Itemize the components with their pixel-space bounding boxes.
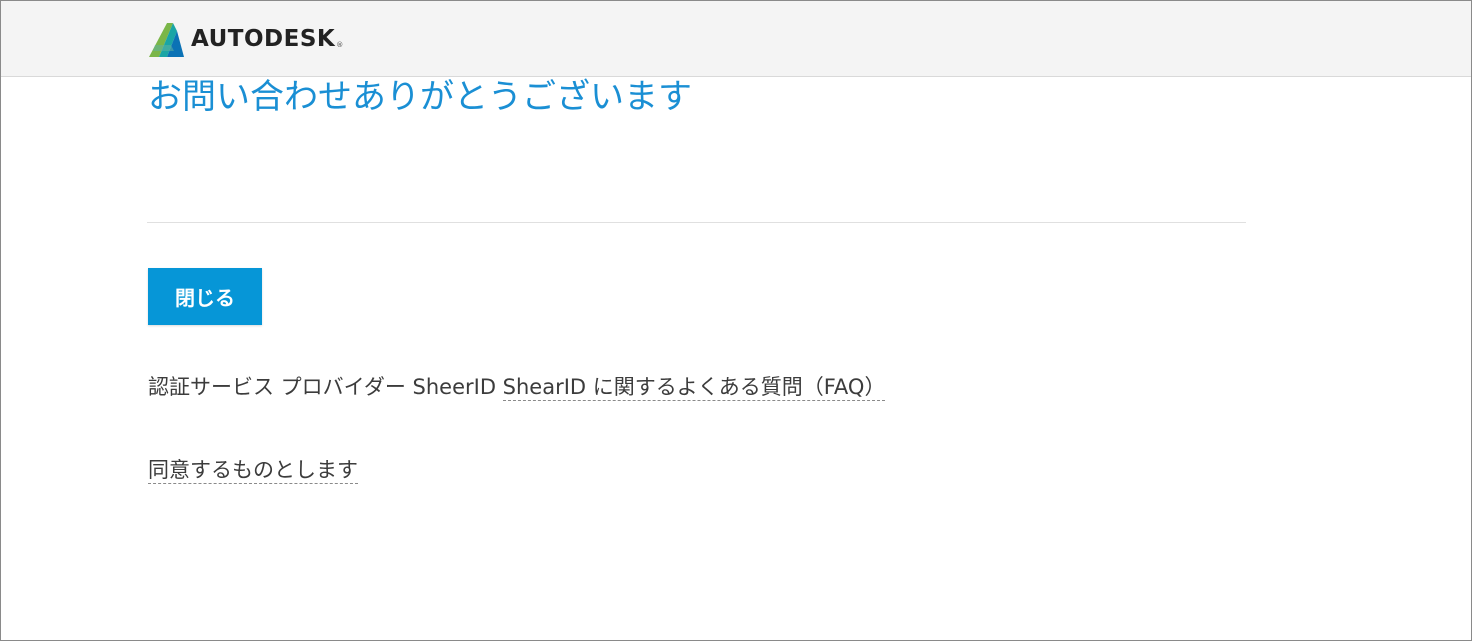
registered-mark: ® xyxy=(336,41,344,49)
agree-line: 同意するものとします xyxy=(148,454,358,486)
faq-prefix-text: 認証サービス プロバイダー SheerID xyxy=(148,375,503,399)
browser-frame: AUTODESK ® お問い合わせありがとうございます 閉じる 認証サービス プ… xyxy=(0,0,1472,641)
page-title: お問い合わせありがとうございます xyxy=(148,77,692,117)
brand-name: AUTODESK xyxy=(191,26,336,52)
site-header: AUTODESK ® xyxy=(1,1,1471,77)
section-divider xyxy=(147,222,1246,223)
faq-line: 認証サービス プロバイダー SheerID ShearID に関するよくある質問… xyxy=(148,371,886,403)
autodesk-logo-icon xyxy=(149,23,184,57)
autodesk-logo[interactable]: AUTODESK ® xyxy=(147,21,343,57)
agree-link[interactable]: 同意するものとします xyxy=(148,458,358,484)
close-button[interactable]: 閉じる xyxy=(148,268,262,325)
faq-link[interactable]: ShearID に関するよくある質問（FAQ） xyxy=(502,375,886,401)
